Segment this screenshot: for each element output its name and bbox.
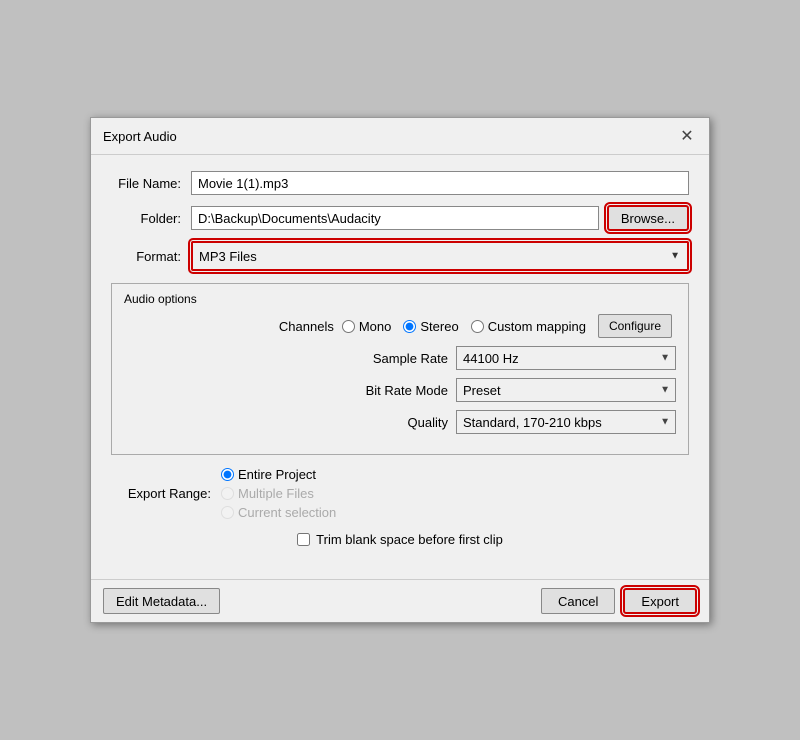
cancel-button[interactable]: Cancel (541, 588, 615, 614)
bottom-bar: Edit Metadata... Cancel Export (91, 579, 709, 622)
folder-label: Folder: (111, 211, 191, 226)
close-button[interactable]: ✕ (677, 126, 697, 146)
channels-label: Channels (279, 319, 334, 334)
quality-select[interactable]: Standard, 170-210 kbps Extreme, 220-260 … (456, 410, 676, 434)
export-current-radio[interactable] (221, 506, 234, 519)
channels-custom-label: Custom mapping (488, 319, 586, 334)
quality-wrapper: Standard, 170-210 kbps Extreme, 220-260 … (456, 410, 676, 434)
export-range-label: Export Range: (111, 486, 221, 501)
bit-rate-mode-select[interactable]: Preset Variable Average Constant (456, 378, 676, 402)
file-name-input[interactable] (191, 171, 689, 195)
audio-options-label: Audio options (124, 292, 676, 306)
edit-metadata-button[interactable]: Edit Metadata... (103, 588, 220, 614)
audio-options-section: Audio options Channels Mono Stereo Cus (111, 283, 689, 455)
format-select[interactable]: MP3 Files WAV Files FLAC Files OGG Files… (193, 243, 687, 269)
configure-button[interactable]: Configure (598, 314, 672, 338)
file-name-row: File Name: (111, 171, 689, 195)
dialog-body: File Name: Folder: Browse... Format: MP3… (91, 155, 709, 579)
trim-label: Trim blank space before first clip (316, 532, 503, 547)
channels-stereo-radio[interactable] (403, 320, 416, 333)
channels-mono-label: Mono (359, 319, 392, 334)
file-name-label: File Name: (111, 176, 191, 191)
channels-stereo[interactable]: Stereo (403, 319, 458, 334)
export-range-section: Export Range: Entire Project Multiple Fi… (111, 467, 689, 520)
export-multiple-files[interactable]: Multiple Files (221, 486, 336, 501)
channels-mono-radio[interactable] (342, 320, 355, 333)
channels-custom[interactable]: Custom mapping (471, 319, 586, 334)
export-range-options: Entire Project Multiple Files Current se… (221, 467, 336, 520)
export-range-row: Export Range: Entire Project Multiple Fi… (111, 467, 689, 520)
channels-radio-group: Mono Stereo Custom mapping (342, 319, 586, 334)
sample-rate-label: Sample Rate (373, 351, 448, 366)
folder-row: Folder: Browse... (111, 205, 689, 231)
export-audio-dialog: Export Audio ✕ File Name: Folder: Browse… (90, 117, 710, 623)
sample-rate-select[interactable]: 44100 Hz 8000 Hz 22050 Hz 48000 Hz (456, 346, 676, 370)
format-row: Format: MP3 Files WAV Files FLAC Files O… (111, 241, 689, 271)
title-bar: Export Audio ✕ (91, 118, 709, 155)
bottom-right-buttons: Cancel Export (541, 588, 697, 614)
export-current-label: Current selection (238, 505, 336, 520)
trim-checkbox-label[interactable]: Trim blank space before first clip (297, 532, 503, 547)
bit-rate-mode-row: Bit Rate Mode Preset Variable Average Co… (124, 378, 676, 402)
export-multiple-label: Multiple Files (238, 486, 314, 501)
channels-stereo-label: Stereo (420, 319, 458, 334)
sample-rate-wrapper: 44100 Hz 8000 Hz 22050 Hz 48000 Hz ▼ (456, 346, 676, 370)
channels-mono[interactable]: Mono (342, 319, 392, 334)
trim-row: Trim blank space before first clip (111, 532, 689, 547)
export-multiple-radio[interactable] (221, 487, 234, 500)
export-button[interactable]: Export (623, 588, 697, 614)
bit-rate-mode-label: Bit Rate Mode (366, 383, 448, 398)
folder-input[interactable] (191, 206, 599, 230)
quality-row: Quality Standard, 170-210 kbps Extreme, … (124, 410, 676, 434)
trim-checkbox-input[interactable] (297, 533, 310, 546)
export-entire-radio[interactable] (221, 468, 234, 481)
dialog-title: Export Audio (103, 129, 177, 144)
export-current-selection[interactable]: Current selection (221, 505, 336, 520)
format-dropdown-container: MP3 Files WAV Files FLAC Files OGG Files… (191, 241, 689, 271)
format-dropdown-box: MP3 Files WAV Files FLAC Files OGG Files… (191, 241, 689, 271)
export-entire-label: Entire Project (238, 467, 316, 482)
quality-label: Quality (408, 415, 448, 430)
browse-button[interactable]: Browse... (607, 205, 689, 231)
bit-rate-mode-wrapper: Preset Variable Average Constant ▼ (456, 378, 676, 402)
channels-row: Channels Mono Stereo Custom mapping (124, 314, 676, 338)
format-label: Format: (111, 249, 191, 264)
channels-custom-radio[interactable] (471, 320, 484, 333)
sample-rate-row: Sample Rate 44100 Hz 8000 Hz 22050 Hz 48… (124, 346, 676, 370)
export-entire-project[interactable]: Entire Project (221, 467, 336, 482)
